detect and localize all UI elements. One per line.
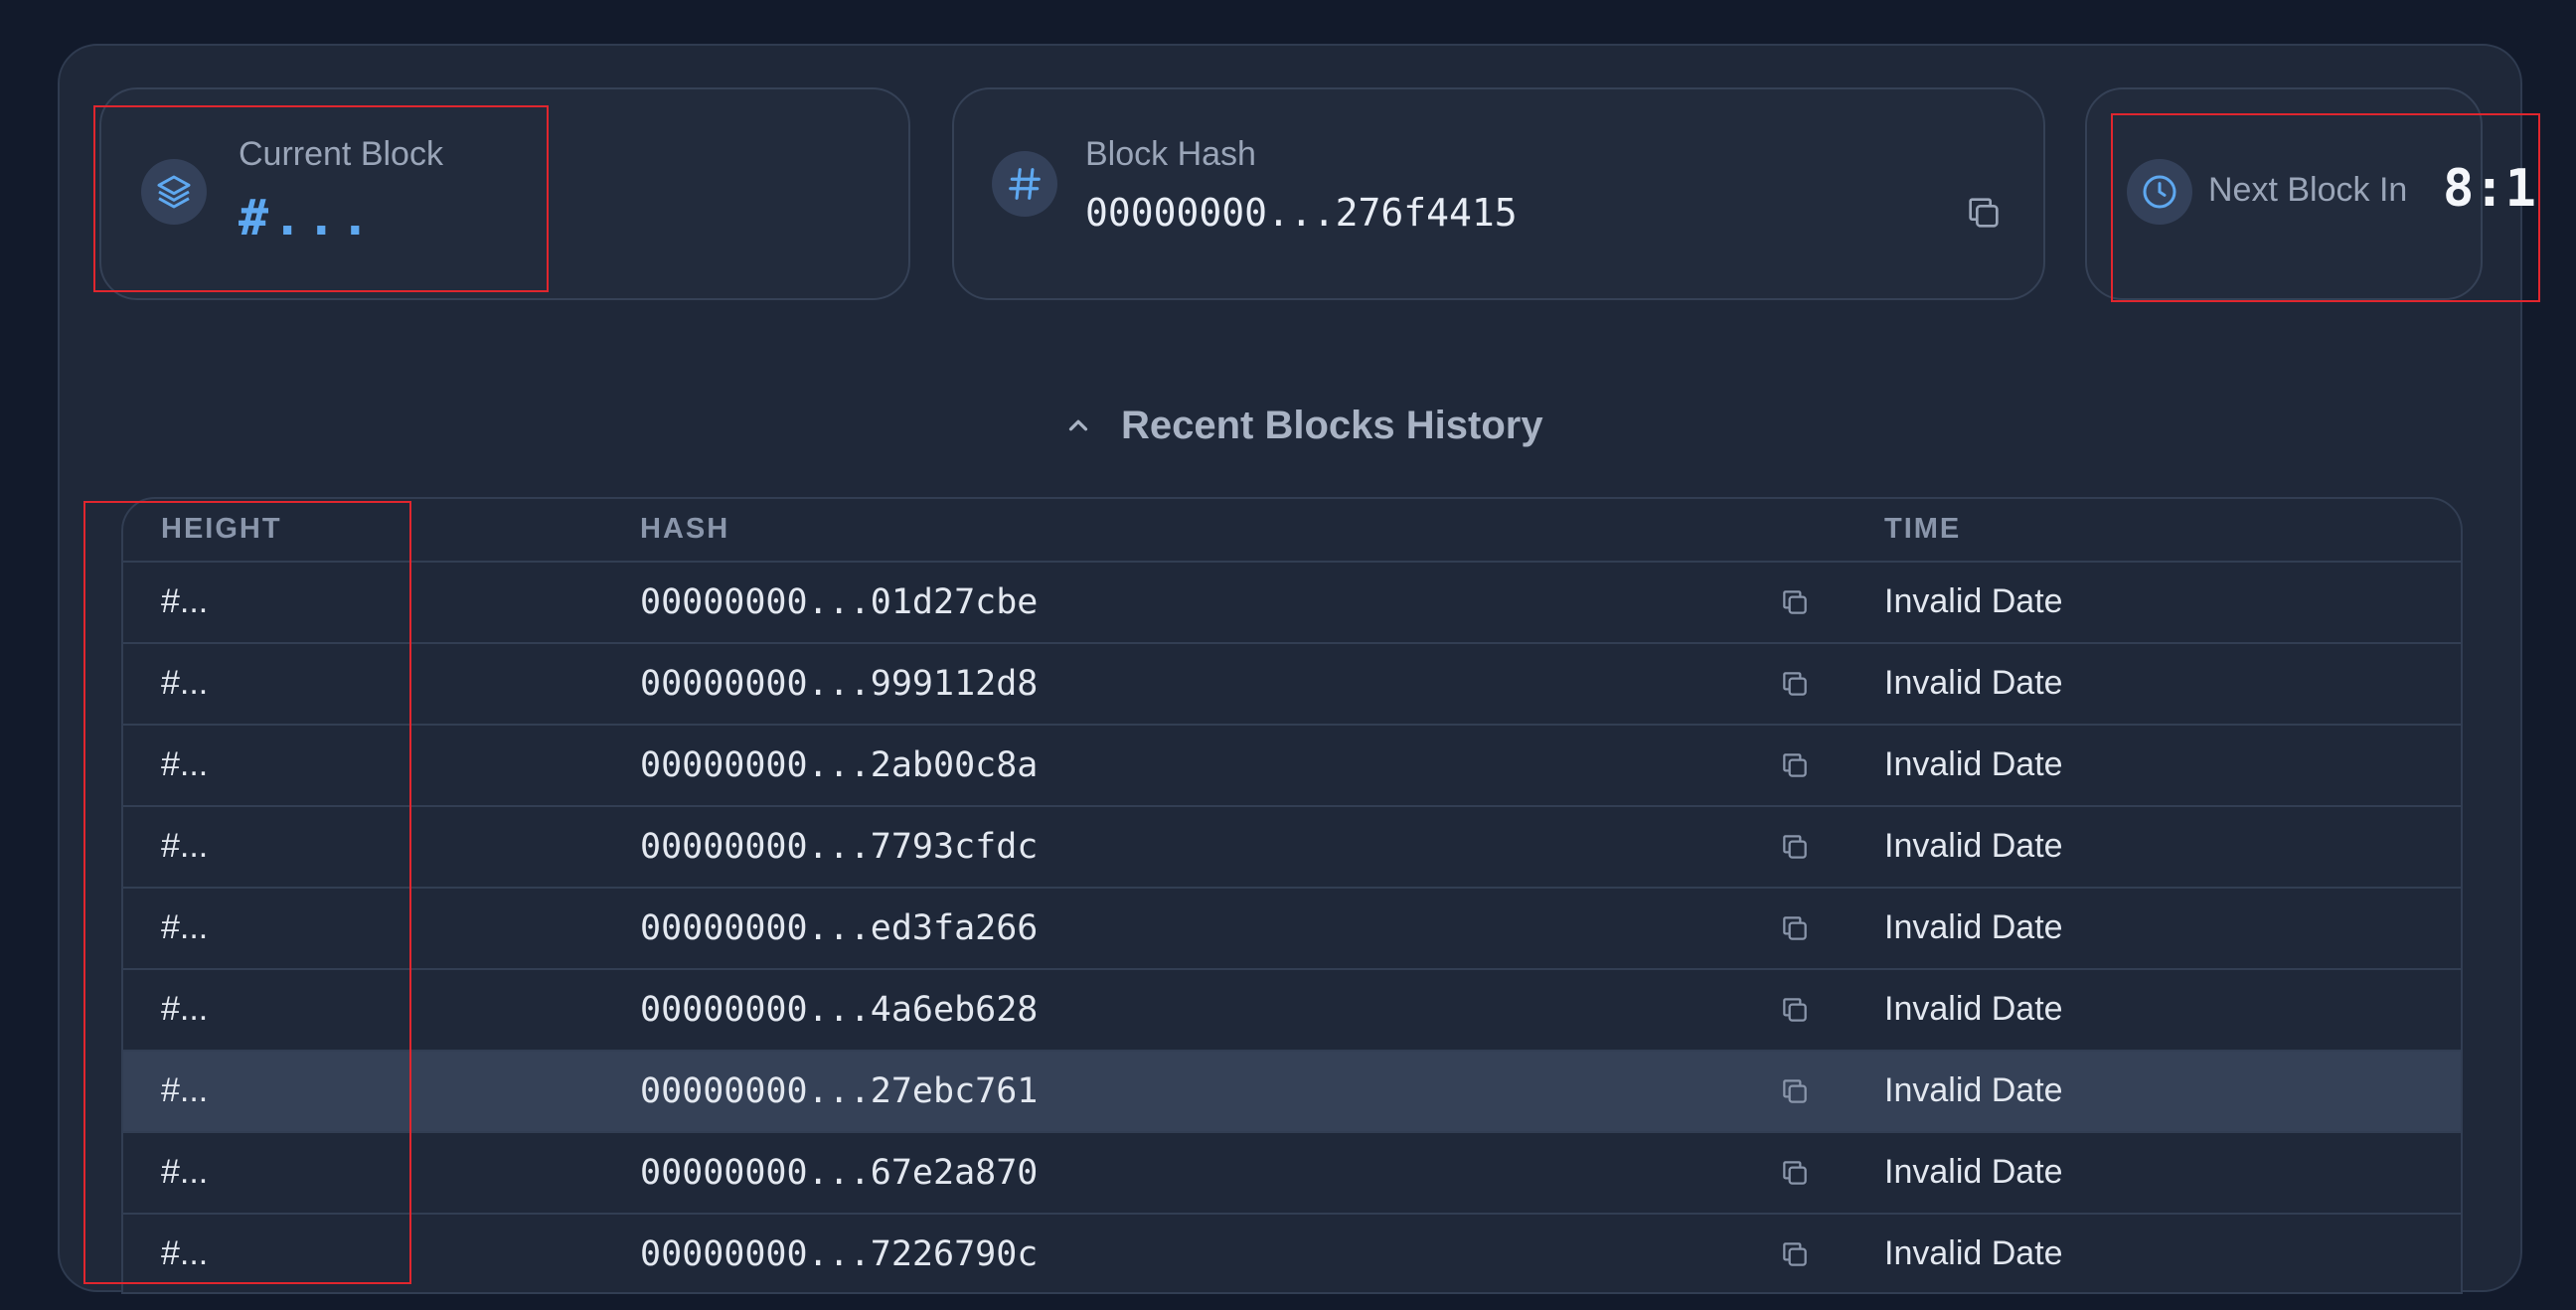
table-row[interactable]: #... 00000000...ed3fa266 Invalid Date (123, 889, 2461, 970)
table-row[interactable]: #... 00000000...999112d8 Invalid Date (123, 644, 2461, 726)
block-hash-cell: 00000000...67e2a870 (640, 1153, 1039, 1193)
block-hash-card: Block Hash 00000000...276f4415 (952, 87, 2045, 300)
block-hash-cell: 00000000...999112d8 (640, 664, 1039, 704)
block-explorer-panel: Current Block #... Block Hash 00000000..… (58, 44, 2536, 1294)
hash-icon (992, 151, 1057, 217)
block-time-cell: Invalid Date (1884, 827, 2063, 865)
block-height-cell: #... (161, 582, 209, 620)
table-row[interactable]: #... 00000000...01d27cbe Invalid Date (123, 563, 2461, 644)
copy-row-hash-button[interactable] (1773, 1232, 1817, 1276)
copy-row-hash-button[interactable] (1773, 662, 1817, 706)
block-time-cell: Invalid Date (1884, 1153, 2063, 1191)
current-block-label: Current Block (239, 135, 443, 173)
copy-row-hash-button[interactable] (1773, 988, 1817, 1032)
table-header: HEIGHT HASH TIME (123, 499, 2461, 563)
block-time-cell: Invalid Date (1884, 990, 2063, 1028)
copy-icon (1783, 1079, 1807, 1103)
copy-icon (1783, 1161, 1807, 1185)
recent-blocks-title: Recent Blocks History (1121, 403, 1543, 447)
current-block-card: Current Block #... (99, 87, 910, 300)
copy-block-hash-button[interactable] (1960, 189, 2008, 237)
copy-icon (1783, 916, 1807, 940)
column-header-height: HEIGHT (161, 513, 282, 545)
block-height-cell: #... (161, 827, 209, 865)
block-hash-cell: 00000000...ed3fa266 (640, 908, 1039, 948)
block-height-cell: #... (161, 990, 209, 1028)
copy-icon (1783, 672, 1807, 696)
copy-icon (1783, 753, 1807, 777)
chevron-up-icon (1063, 410, 1093, 440)
copy-row-hash-button[interactable] (1773, 906, 1817, 950)
block-hash-cell: 00000000...7226790c (640, 1234, 1039, 1274)
table-row[interactable]: #... 00000000...7793cfdc Invalid Date (123, 807, 2461, 889)
copy-row-hash-button[interactable] (1773, 743, 1817, 787)
copy-row-hash-button[interactable] (1773, 1151, 1817, 1195)
block-time-cell: Invalid Date (1884, 582, 2063, 620)
table-row[interactable]: #... 00000000...67e2a870 Invalid Date (123, 1133, 2461, 1215)
layers-icon (141, 159, 207, 225)
current-block-value: #... (239, 189, 375, 246)
clock-icon (2127, 159, 2192, 225)
copy-row-hash-button[interactable] (1773, 580, 1817, 624)
block-time-cell: Invalid Date (1884, 745, 2063, 783)
copy-row-hash-button[interactable] (1773, 1069, 1817, 1113)
block-height-cell: #... (161, 1234, 209, 1272)
block-time-cell: Invalid Date (1884, 908, 2063, 946)
recent-blocks-table: HEIGHT HASH TIME #... 00000000...01d27cbe… (121, 497, 2463, 1294)
table-row[interactable]: #... 00000000...7226790c Invalid Date (123, 1215, 2461, 1292)
table-row[interactable]: #... 00000000...4a6eb628 Invalid Date (123, 970, 2461, 1052)
block-hash-cell: 00000000...27ebc761 (640, 1071, 1039, 1111)
copy-icon (1783, 1242, 1807, 1266)
column-header-hash: HASH (640, 513, 730, 545)
copy-icon (1969, 198, 1999, 228)
block-hash-cell: 00000000...7793cfdc (640, 827, 1039, 867)
block-height-cell: #... (161, 908, 209, 946)
next-block-card: Next Block In (2085, 87, 2483, 300)
column-header-time: TIME (1884, 513, 1962, 545)
copy-icon (1783, 998, 1807, 1022)
block-time-cell: Invalid Date (1884, 1234, 2063, 1272)
copy-icon (1783, 835, 1807, 859)
block-hash-cell: 00000000...2ab00c8a (640, 745, 1039, 785)
next-block-countdown: 8:1 (2443, 159, 2536, 219)
copy-icon (1783, 590, 1807, 614)
block-height-cell: #... (161, 1153, 209, 1191)
block-hash-cell: 00000000...01d27cbe (640, 582, 1039, 622)
block-hash-value: 00000000...276f4415 (1085, 191, 1518, 235)
table-row[interactable]: #... 00000000...2ab00c8a Invalid Date (123, 726, 2461, 807)
next-block-label: Next Block In (2208, 171, 2408, 209)
block-time-cell: Invalid Date (1884, 1071, 2063, 1109)
block-time-cell: Invalid Date (1884, 664, 2063, 702)
recent-blocks-toggle[interactable]: Recent Blocks History (1063, 396, 1543, 455)
block-hash-label: Block Hash (1085, 135, 1256, 173)
block-hash-cell: 00000000...4a6eb628 (640, 990, 1039, 1030)
copy-row-hash-button[interactable] (1773, 825, 1817, 869)
table-row[interactable]: #... 00000000...27ebc761 Invalid Date (123, 1052, 2461, 1133)
block-height-cell: #... (161, 664, 209, 702)
block-height-cell: #... (161, 1071, 209, 1109)
block-height-cell: #... (161, 745, 209, 783)
